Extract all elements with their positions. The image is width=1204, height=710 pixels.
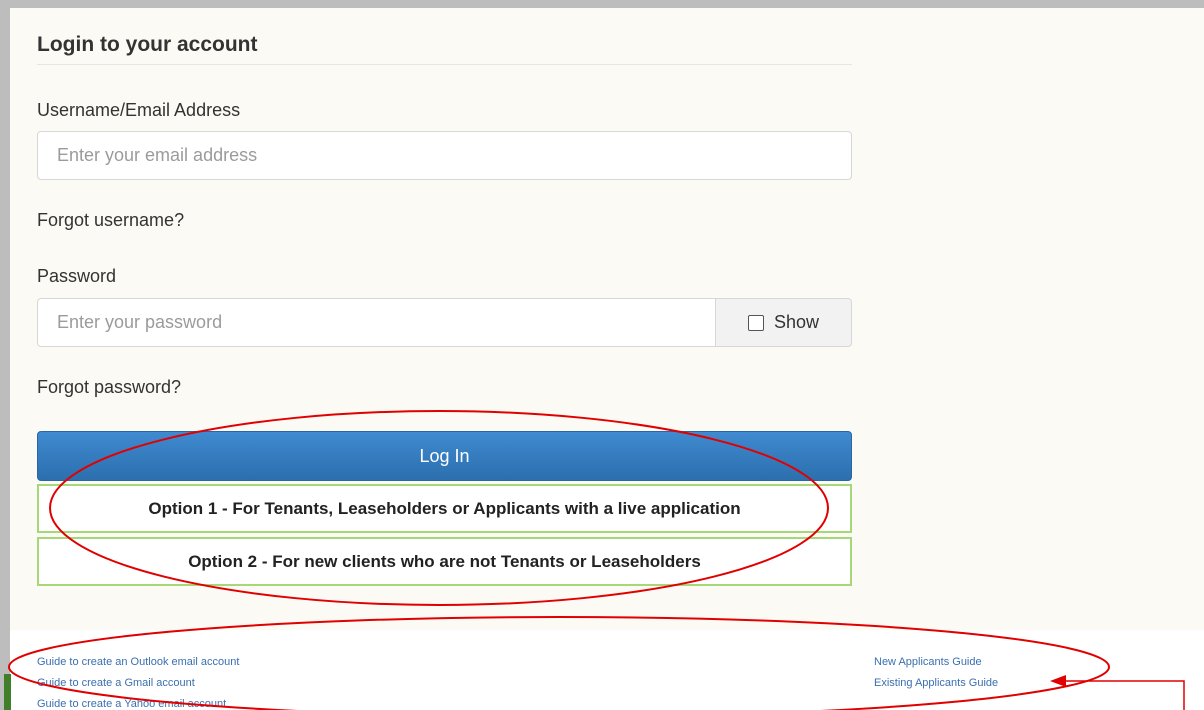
annotation-ellipse-footer bbox=[8, 616, 1110, 710]
page-frame: Login to your account Username/Email Add… bbox=[0, 0, 1204, 710]
annotation-overlay bbox=[8, 410, 1185, 710]
annotation-arrow-head bbox=[1050, 675, 1066, 687]
annotation-ellipse-options bbox=[49, 410, 829, 606]
annotation-arrow-line bbox=[1063, 680, 1185, 710]
